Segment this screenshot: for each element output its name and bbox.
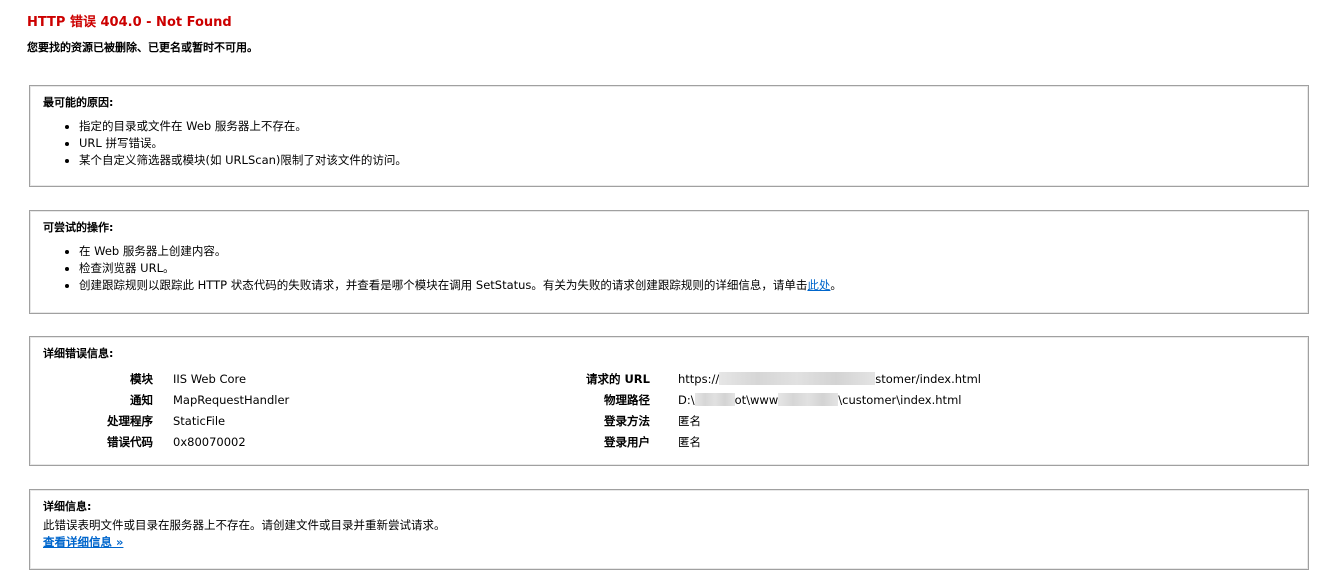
module-value: IIS Web Core <box>173 372 247 386</box>
details-right-column: 请求的 URL https:// stomer/index.html 物理路径 D… <box>481 369 981 453</box>
notification-label: 通知 <box>130 393 153 407</box>
actions-list: 在 Web 服务器上创建内容。 检查浏览器 URL。 创建跟踪规则以跟踪此 HT… <box>43 243 1296 294</box>
detail-row-logon-method: 登录方法 匿名 <box>481 411 981 432</box>
list-item: 创建跟踪规则以跟踪此 HTTP 状态代码的失败请求，并查看是哪个模块在调用 Se… <box>79 277 1296 294</box>
physical-path-label: 物理路径 <box>604 393 650 407</box>
list-item: 在 Web 服务器上创建内容。 <box>79 243 1296 260</box>
details-heading: 详细错误信息: <box>43 347 114 360</box>
actions-panel: 可尝试的操作: 在 Web 服务器上创建内容。 检查浏览器 URL。 创建跟踪规… <box>29 210 1309 314</box>
actions-heading: 可尝试的操作: <box>43 221 114 234</box>
logon-user-label: 登录用户 <box>604 435 650 449</box>
physical-path-value: D:\ ot\www \customer\index.html <box>678 390 961 411</box>
logon-user-value: 匿名 <box>678 435 701 449</box>
tracing-text: 创建跟踪规则以跟踪此 HTTP 状态代码的失败请求，并查看是哪个模块在调用 Se… <box>79 278 808 292</box>
error-details-panel: 详细错误信息: 模块 IIS Web Core 通知 MapRequestHan… <box>29 336 1309 466</box>
error-title: HTTP 错误 404.0 - Not Found <box>27 15 232 30</box>
logon-method-label: 登录方法 <box>604 414 650 428</box>
requested-url-value: https:// stomer/index.html <box>678 369 981 390</box>
view-more-info-link[interactable]: 查看详细信息 » <box>43 535 123 549</box>
detail-row-physical-path: 物理路径 D:\ ot\www \customer\index.html <box>481 390 981 411</box>
causes-heading: 最可能的原因: <box>43 96 114 109</box>
tracing-help-link[interactable]: 此处 <box>807 278 830 292</box>
causes-list: 指定的目录或文件在 Web 服务器上不存在。 URL 拼写错误。 某个自定义筛选… <box>43 118 1296 169</box>
detail-row-handler: 处理程序 StaticFile <box>43 411 289 432</box>
path-mid: ot\www <box>734 393 779 407</box>
handler-value: StaticFile <box>173 414 226 428</box>
detail-row-module: 模块 IIS Web Core <box>43 369 289 390</box>
list-item: 某个自定义筛选器或模块(如 URLScan)限制了对该文件的访问。 <box>79 152 1296 169</box>
redacted-block <box>719 372 876 385</box>
tracing-end: 。 <box>830 278 842 292</box>
error-subtitle: 您要找的资源已被删除、已更名或暂时不可用。 <box>27 41 258 54</box>
details-table: 模块 IIS Web Core 通知 MapRequestHandler 处理程… <box>43 369 1296 459</box>
error-code-label: 错误代码 <box>107 435 153 449</box>
detail-row-logon-user: 登录用户 匿名 <box>481 432 981 453</box>
url-prefix: https:// <box>678 372 720 386</box>
redacted-block <box>694 393 735 406</box>
more-info-panel: 详细信息: 此错误表明文件或目录在服务器上不存在。请创建文件或目录并重新尝试请求… <box>29 489 1309 570</box>
module-label: 模块 <box>130 372 153 386</box>
list-item: 检查浏览器 URL。 <box>79 260 1296 277</box>
causes-panel: 最可能的原因: 指定的目录或文件在 Web 服务器上不存在。 URL 拼写错误。… <box>29 85 1309 187</box>
list-item: 指定的目录或文件在 Web 服务器上不存在。 <box>79 118 1296 135</box>
logon-method-value: 匿名 <box>678 414 701 428</box>
path-prefix: D:\ <box>678 393 695 407</box>
detail-row-notification: 通知 MapRequestHandler <box>43 390 289 411</box>
requested-url-label: 请求的 URL <box>585 372 650 386</box>
path-suffix: \customer\index.html <box>838 393 962 407</box>
error-header: HTTP 错误 404.0 - Not Found 您要找的资源已被删除、已更名… <box>27 14 1277 56</box>
redacted-block <box>778 393 839 406</box>
list-item: URL 拼写错误。 <box>79 135 1296 152</box>
info-text: 此错误表明文件或目录在服务器上不存在。请创建文件或目录并重新尝试请求。 <box>43 518 446 532</box>
detail-row-requested-url: 请求的 URL https:// stomer/index.html <box>481 369 981 390</box>
error-code-value: 0x80070002 <box>173 435 246 449</box>
detail-row-error-code: 错误代码 0x80070002 <box>43 432 289 453</box>
notification-value: MapRequestHandler <box>173 393 290 407</box>
details-left-column: 模块 IIS Web Core 通知 MapRequestHandler 处理程… <box>43 369 289 453</box>
url-suffix: stomer/index.html <box>875 372 981 386</box>
info-heading: 详细信息: <box>43 500 92 513</box>
handler-label: 处理程序 <box>107 414 153 428</box>
